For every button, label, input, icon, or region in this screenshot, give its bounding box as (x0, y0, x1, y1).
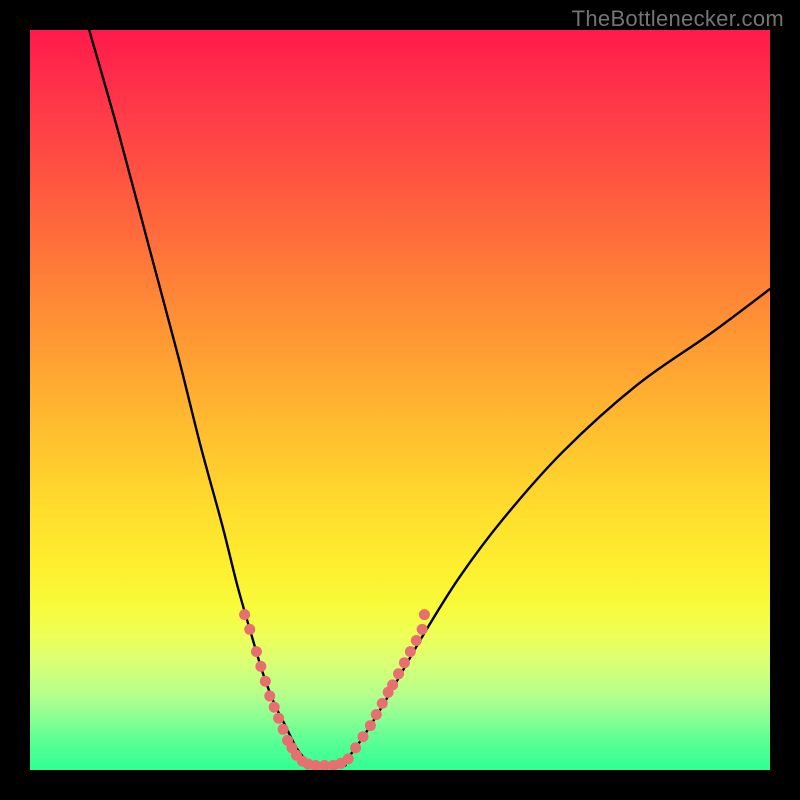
chart-container: TheBottlenecker.com (0, 0, 800, 800)
bottleneck-curve (89, 30, 770, 766)
sample-dot (343, 753, 354, 764)
sample-dot (278, 724, 289, 735)
sample-dot (387, 679, 398, 690)
sample-dot (399, 657, 410, 668)
sample-dot (350, 742, 361, 753)
sample-dot (411, 635, 422, 646)
sample-dot (419, 609, 430, 620)
sample-dot (371, 709, 382, 720)
sample-dot (255, 661, 266, 672)
sample-dot (239, 609, 250, 620)
sample-dot (273, 713, 284, 724)
sample-dot (244, 624, 255, 635)
sample-dot (264, 691, 275, 702)
curve-layer (30, 30, 770, 770)
sample-dot (417, 624, 428, 635)
watermark-text: TheBottlenecker.com (572, 6, 784, 32)
sample-dot (377, 698, 388, 709)
sample-dot (260, 676, 271, 687)
sample-dot (269, 702, 280, 713)
sample-dot (251, 646, 262, 657)
sample-dot (365, 720, 376, 731)
plot-area (30, 30, 770, 770)
sample-dot (405, 646, 416, 657)
sample-dot (393, 668, 404, 679)
sample-dot (358, 731, 369, 742)
